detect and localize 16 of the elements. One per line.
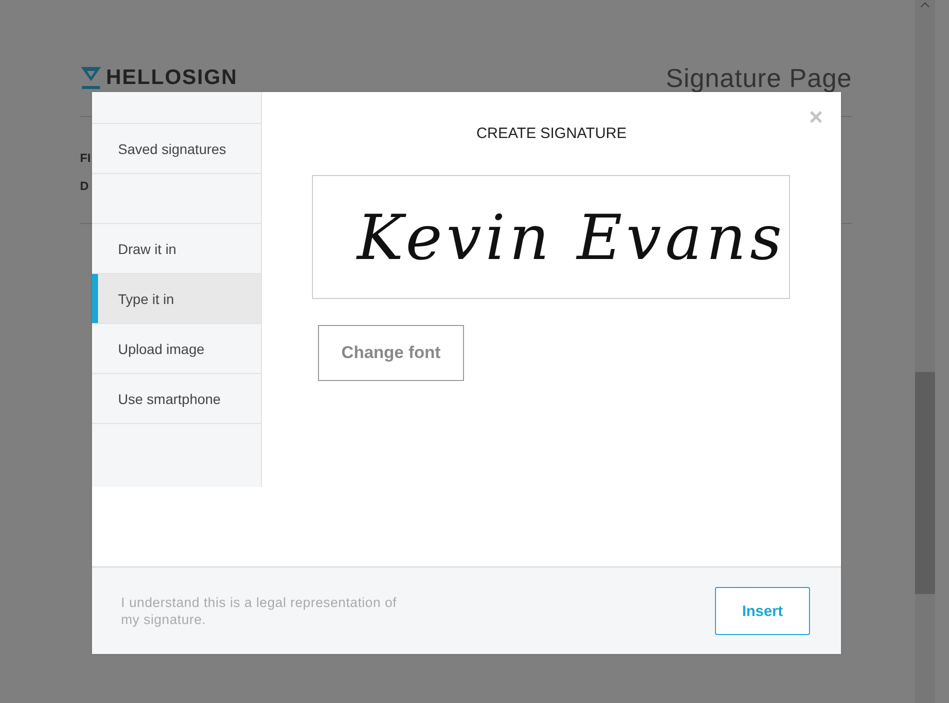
logo-icon <box>80 66 102 90</box>
sidebar-item[interactable]: Use smartphone <box>92 374 261 424</box>
field-label: FI <box>80 151 91 165</box>
signature-text: Kevin Evans <box>357 200 786 274</box>
sidebar-item[interactable]: Type it in <box>92 274 261 324</box>
change-font-button[interactable]: Change font <box>318 325 464 381</box>
logo-text: HELLOSIGN <box>106 66 238 90</box>
page-title: Signature Page <box>666 62 852 94</box>
dialog-title: CREATE SIGNATURE <box>476 125 627 142</box>
field-label: D <box>80 179 89 193</box>
scrollbar[interactable] <box>915 0 935 703</box>
disclaimer-text: I understand this is a legal representation of my signature. <box>121 594 398 628</box>
sidebar-item[interactable]: Upload image <box>92 324 261 374</box>
chevron-up-icon[interactable] <box>920 2 930 8</box>
sidebar-item[interactable]: Saved signatures <box>92 124 261 174</box>
scrollbar-thumb[interactable] <box>915 372 935 594</box>
